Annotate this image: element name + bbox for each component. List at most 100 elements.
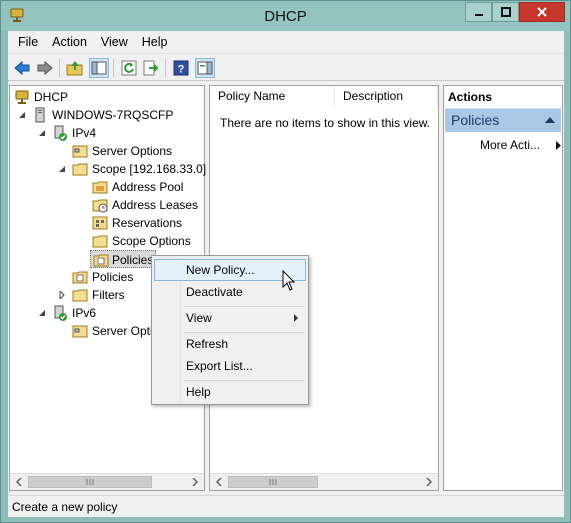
more-actions-label: More Acti... xyxy=(480,138,541,152)
refresh-icon xyxy=(121,60,137,76)
tree-item-label: Scope [192.168.33.0] d xyxy=(92,162,217,176)
context-menu-help[interactable]: Help xyxy=(154,381,306,403)
tree-item-label: Address Pool xyxy=(112,180,184,194)
ipv4-server-icon xyxy=(54,125,67,141)
show-hide-tree-button[interactable] xyxy=(89,58,109,78)
context-menu-view[interactable]: View xyxy=(154,307,306,329)
close-button[interactable] xyxy=(519,2,565,22)
folder-icon xyxy=(72,289,88,302)
svg-text:?: ? xyxy=(178,64,185,76)
scroll-left-button[interactable] xyxy=(10,474,27,490)
collapse-up-icon xyxy=(545,117,555,123)
tree-horizontal-scrollbar[interactable] xyxy=(10,473,204,490)
show-hide-tree-icon xyxy=(91,61,107,75)
grip-icon xyxy=(269,479,277,485)
menu-file[interactable]: File xyxy=(8,31,45,53)
options-icon xyxy=(72,325,88,338)
tree-item-label: Filters xyxy=(92,288,125,302)
options-icon xyxy=(92,235,108,248)
toolbar-separator xyxy=(113,59,114,77)
scroll-right-icon xyxy=(191,478,198,486)
back-button[interactable] xyxy=(12,58,32,78)
scroll-thumb[interactable] xyxy=(28,476,152,488)
menu-action[interactable]: Action xyxy=(45,31,94,53)
menu-view[interactable]: View xyxy=(94,31,135,53)
tree-item-label: Policies xyxy=(112,253,154,267)
status-text: Create a new policy xyxy=(12,500,118,514)
collapse-arrow-icon xyxy=(59,166,65,172)
tree-item-label: WINDOWS-7RQSCFP xyxy=(52,108,174,122)
up-folder-button[interactable] xyxy=(65,58,85,78)
tree-item-label: Server Opti xyxy=(92,324,153,338)
address-pool-icon xyxy=(92,181,108,194)
scroll-left-button[interactable] xyxy=(210,474,227,490)
actions-pane-title: Actions xyxy=(448,90,493,104)
menu-bar: File Action View Help xyxy=(8,31,564,53)
back-icon xyxy=(14,60,30,76)
minimize-icon xyxy=(474,14,483,16)
scroll-thumb[interactable] xyxy=(228,476,318,488)
dhcp-window: DHCP File Action View Help ? DHCP WINDOW… xyxy=(0,0,571,523)
submenu-arrow-icon xyxy=(294,314,298,322)
show-hide-action-pane-button[interactable] xyxy=(195,58,215,78)
policies-icon xyxy=(72,271,88,284)
tree-item-scope-policies[interactable]: Policies xyxy=(90,250,156,268)
export-list-button[interactable] xyxy=(141,58,161,78)
forward-icon xyxy=(37,60,53,76)
maximize-icon xyxy=(500,7,511,17)
actions-section-label: Policies xyxy=(451,112,500,128)
tree-item-label: Reservations xyxy=(112,216,183,230)
policies-icon xyxy=(93,254,109,267)
actions-pane: Actions Policies More Acti... xyxy=(443,85,563,491)
grip-icon xyxy=(86,479,94,485)
collapse-arrow-icon xyxy=(39,310,45,316)
list-horizontal-scrollbar[interactable] xyxy=(210,473,438,490)
server-icon xyxy=(35,107,45,123)
menu-help[interactable]: Help xyxy=(135,31,175,53)
ipv6-server-icon xyxy=(54,305,67,321)
toolbar-separator xyxy=(165,59,166,77)
status-bar: Create a new policy xyxy=(8,495,564,517)
forward-button[interactable] xyxy=(35,58,55,78)
close-icon xyxy=(537,7,547,17)
context-menu-export-list[interactable]: Export List... xyxy=(154,355,306,377)
reservations-icon xyxy=(92,216,108,230)
scroll-left-icon xyxy=(215,478,222,486)
scroll-right-icon xyxy=(425,478,432,486)
address-leases-icon xyxy=(92,199,108,213)
mouse-cursor-icon xyxy=(282,270,296,291)
toolbar: ? xyxy=(8,53,564,81)
options-icon xyxy=(72,145,88,158)
tree-item-label: Server Options xyxy=(92,144,173,158)
scroll-right-button[interactable] xyxy=(420,474,437,490)
actions-section-header[interactable]: Policies xyxy=(445,108,561,132)
column-header-policy-name[interactable]: Policy Name xyxy=(210,86,335,106)
scroll-left-icon xyxy=(15,478,22,486)
up-folder-icon xyxy=(66,61,83,76)
maximize-button[interactable] xyxy=(492,2,519,22)
column-header-description[interactable]: Description xyxy=(335,86,438,106)
title-bar[interactable]: DHCP xyxy=(1,1,570,31)
tree-item-label: DHCP xyxy=(34,90,69,104)
collapse-arrow-icon xyxy=(19,112,25,118)
context-menu-refresh[interactable]: Refresh xyxy=(154,333,306,355)
scroll-right-button[interactable] xyxy=(186,474,203,490)
more-actions-link[interactable]: More Acti... xyxy=(480,138,561,152)
tree-item-label: IPv4 xyxy=(72,126,97,140)
folder-icon xyxy=(72,163,88,176)
tree-item-label: Scope Options xyxy=(112,234,191,248)
toolbar-separator xyxy=(59,59,60,77)
submenu-arrow-icon xyxy=(556,141,561,150)
minimize-button[interactable] xyxy=(465,2,492,22)
refresh-button[interactable] xyxy=(119,58,139,78)
help-icon: ? xyxy=(173,60,189,76)
show-hide-action-pane-icon xyxy=(197,61,213,75)
export-list-icon xyxy=(143,60,159,76)
context-menu-view-label: View xyxy=(186,311,212,325)
tree-item-label: Policies xyxy=(92,270,134,284)
empty-list-message: There are no items to show in this view. xyxy=(220,116,431,130)
tree-item-label: IPv6 xyxy=(72,306,97,320)
dhcp-icon xyxy=(15,90,29,104)
collapse-arrow-icon xyxy=(39,130,45,136)
help-button[interactable]: ? xyxy=(171,58,191,78)
